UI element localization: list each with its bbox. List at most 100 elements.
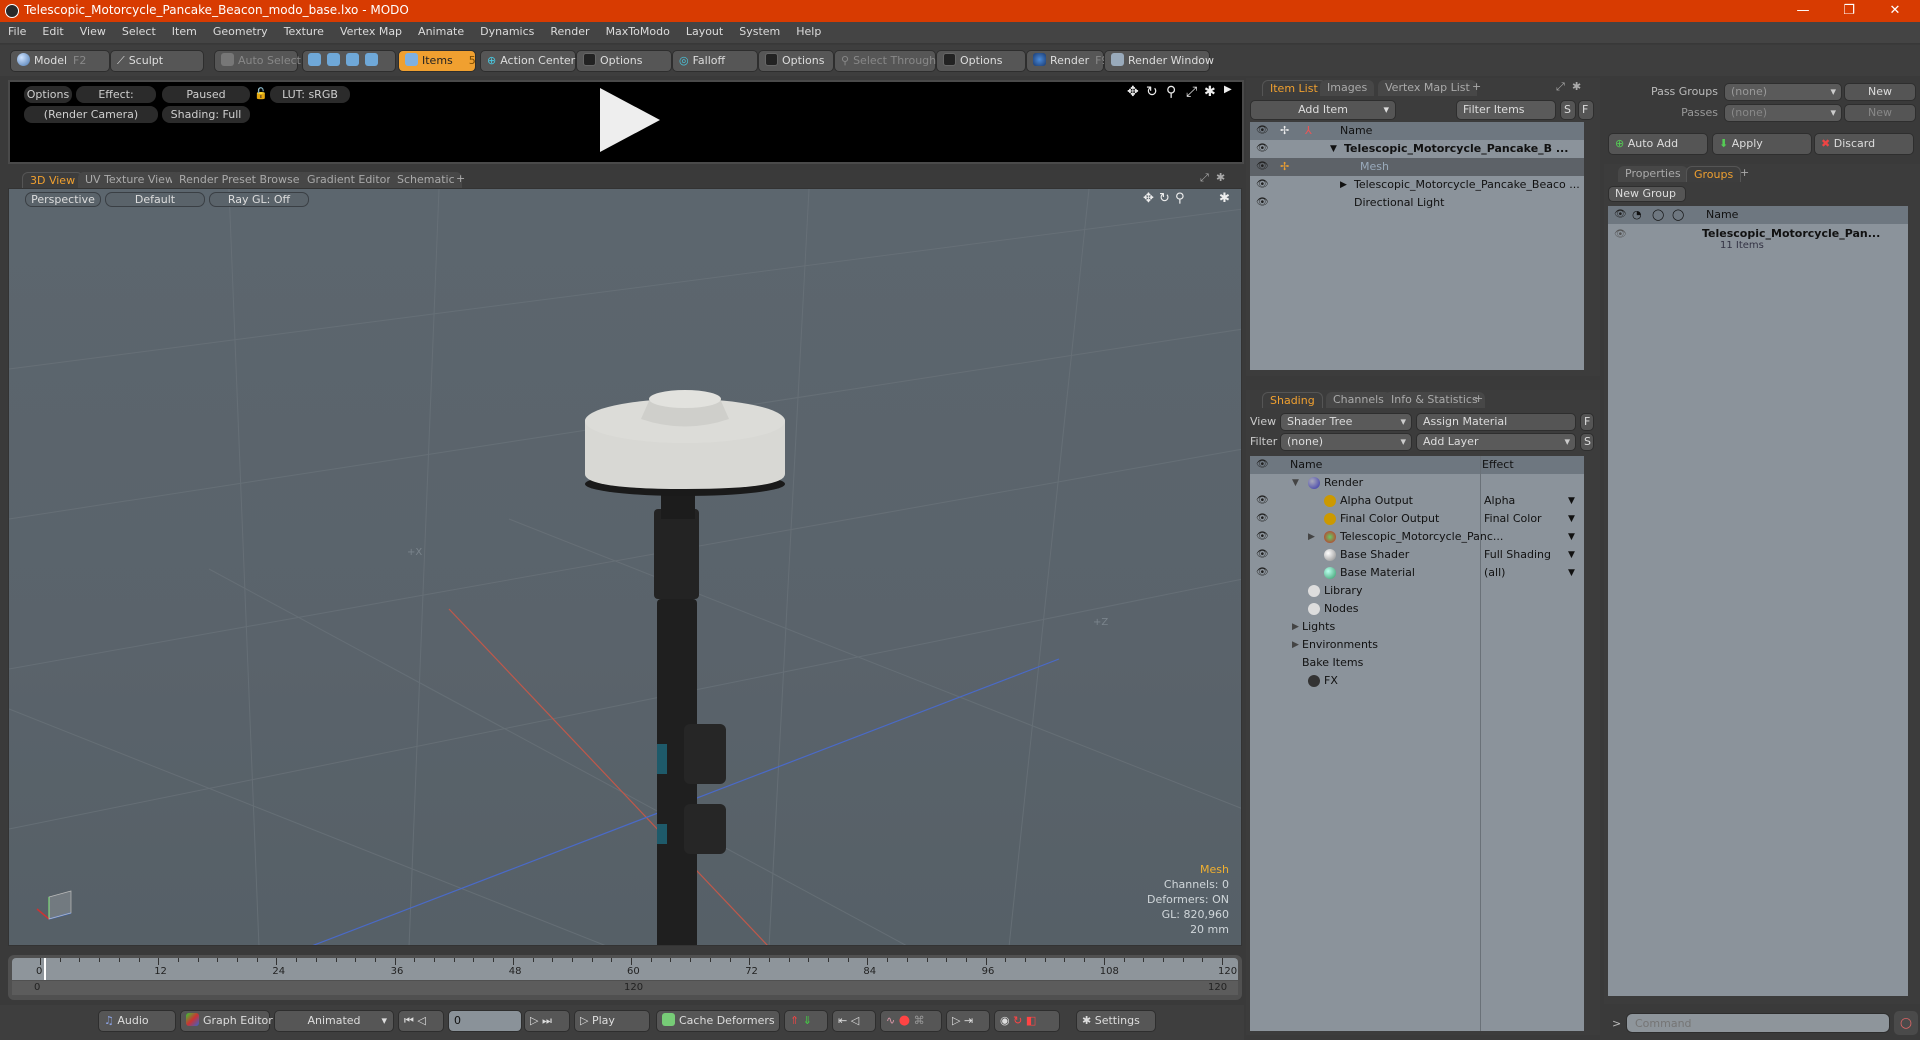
new-pass-button[interactable]: New	[1844, 104, 1916, 122]
add-tab-button[interactable]: +	[1740, 166, 1749, 179]
shader-tree-row[interactable]: 👁 Alpha Output Alpha ▼	[1250, 492, 1584, 510]
close-button[interactable]: ✕	[1872, 0, 1918, 22]
cache-deformers-button[interactable]: Cache Deformers	[656, 1010, 780, 1032]
vertices-mode-icon[interactable]	[308, 53, 321, 66]
menu-vertex-map[interactable]: Vertex Map	[332, 22, 410, 41]
menu-system[interactable]: System	[731, 22, 788, 41]
action-center-options-button[interactable]: Options	[576, 50, 672, 72]
tab-shading[interactable]: Shading	[1262, 392, 1323, 408]
effect-value[interactable]: Final Color	[1484, 510, 1542, 528]
lut-dropdown[interactable]: LUT: sRGB	[270, 86, 350, 103]
expand-icon[interactable]: ▶	[1308, 528, 1315, 546]
eye-icon[interactable]: 👁	[1256, 194, 1269, 212]
prev-key-button[interactable]: ⇤ ◁	[832, 1010, 876, 1032]
default-dropdown[interactable]: Default	[105, 192, 205, 207]
next-key-button[interactable]: ▷ ⇥	[946, 1010, 990, 1032]
tab-info-statistics[interactable]: Info & Statistics	[1384, 392, 1485, 408]
record-macro-button[interactable]: ○	[1894, 1011, 1918, 1035]
menu-select[interactable]: Select	[114, 22, 164, 41]
discard-button[interactable]: ✖ Discard	[1814, 133, 1914, 155]
shader-tree-row[interactable]: Nodes	[1250, 600, 1584, 618]
add-tab-button[interactable]: +	[456, 172, 465, 185]
assign-material-button[interactable]: Assign Material	[1416, 413, 1576, 431]
s-button[interactable]: S	[1560, 100, 1576, 120]
list-item[interactable]: 👁 ▼ Telescopic_Motorcycle_Pancake_B ...	[1250, 140, 1584, 158]
list-item[interactable]: 👁 ▶ Telescopic_Motorcycle_Pancake_Beaco ..…	[1250, 176, 1584, 194]
new-pass-group-button[interactable]: New	[1844, 83, 1916, 101]
render-preview[interactable]: Options Effect: (Shadi... Paused 🔓 LUT: …	[8, 80, 1244, 164]
shader-tree-row[interactable]: Library	[1250, 582, 1584, 600]
eye-icon[interactable]: 👁	[1256, 528, 1269, 546]
materials-mode-icon[interactable]	[365, 53, 378, 66]
key-buttons[interactable]: ⇑ ⇓	[784, 1010, 828, 1032]
item-list-tree[interactable]: 👁 ✢ ⅄ Name 👁 ▼ Telescopic_Motorcycle_Panca…	[1250, 122, 1584, 370]
pass-groups-dropdown[interactable]: (none)	[1724, 83, 1842, 101]
shader-tree-row[interactable]: 👁 Final Color Output Final Color ▼	[1250, 510, 1584, 528]
falloff-button[interactable]: ◎ Falloff	[672, 50, 758, 72]
skip-start-button[interactable]: ⏮ ◁	[398, 1010, 444, 1032]
select-through-button[interactable]: ⚲ Select Through	[834, 50, 936, 72]
expand-icon[interactable]: ▶	[1340, 176, 1347, 194]
menu-file[interactable]: File	[0, 22, 34, 41]
auto-add-button[interactable]: ⊕ Auto Add	[1608, 133, 1708, 155]
tab-vertex-map-list[interactable]: Vertex Map List	[1378, 80, 1477, 96]
chevron-down-icon[interactable]: ▼	[1568, 546, 1575, 564]
sculpt-button[interactable]: ⟋ Sculpt	[110, 50, 204, 72]
tab-channels[interactable]: Channels	[1326, 392, 1391, 408]
gear-icon[interactable]: ✱	[1572, 80, 1581, 93]
list-item[interactable]: 👁 Directional Light	[1250, 194, 1584, 212]
camera-dropdown[interactable]: (Render Camera)	[24, 106, 158, 123]
zoom-icon[interactable]: ⚲	[1175, 191, 1185, 206]
effect-value[interactable]: Alpha	[1484, 492, 1515, 510]
rotate-icon[interactable]: ↻	[1159, 191, 1170, 206]
view-dropdown[interactable]: Shader Tree	[1280, 413, 1412, 431]
expand-icon[interactable]: ▼	[1292, 474, 1299, 492]
effect-value[interactable]: Full Shading	[1484, 546, 1551, 564]
tab-item-list[interactable]: Item List	[1262, 80, 1326, 96]
zoom-icon[interactable]: ⚲	[1166, 84, 1176, 100]
play-button[interactable]: ▷ Play	[574, 1010, 650, 1032]
audio-button[interactable]: ♫ Audio	[98, 1010, 176, 1032]
timeline[interactable]: 0 12 24 36 48 60 72 84 96 108 120 0 120 120	[8, 955, 1242, 1000]
tab-render-preset-browser[interactable]: Render Preset Browser	[172, 172, 312, 188]
action-center-button[interactable]: ⊕ Action Center	[480, 50, 576, 72]
frame-input[interactable]: 0	[448, 1010, 522, 1032]
f-button[interactable]: F	[1580, 413, 1594, 431]
effect-value[interactable]: (all)	[1484, 564, 1505, 582]
menu-layout[interactable]: Layout	[678, 22, 731, 41]
3d-viewport[interactable]: +X +Z Perspective Default Ray GL: Off ✥ …	[8, 188, 1242, 946]
menu-maxtomodo[interactable]: MaxToModo	[598, 22, 678, 41]
name-column-header[interactable]: Name	[1340, 122, 1372, 140]
shader-tree-row[interactable]: 👁 ▶ Telescopic_Motorcycle_Panc... ▼	[1250, 528, 1584, 546]
shader-tree-row[interactable]: 👁 Base Shader Full Shading ▼	[1250, 546, 1584, 564]
eye-icon[interactable]: 👁	[1256, 546, 1269, 564]
expand-icon[interactable]: ▶	[1292, 636, 1299, 654]
key-options-buttons[interactable]: ◉ ↻ ◧	[994, 1010, 1060, 1032]
tab-3d-view[interactable]: 3D View	[22, 172, 84, 188]
auto-select-button[interactable]: Auto Select	[214, 50, 301, 72]
preview-options-button[interactable]: Options	[24, 86, 72, 103]
graph-editor-button[interactable]: Graph Editor	[180, 1010, 273, 1032]
perspective-dropdown[interactable]: Perspective	[25, 192, 101, 207]
eye-icon[interactable]: 👁	[1256, 176, 1269, 194]
shader-tree-row[interactable]: ▶ Environments	[1250, 636, 1584, 654]
timeline-range[interactable]: 0 120 120	[12, 981, 1238, 995]
chevron-down-icon[interactable]: ▼	[1568, 528, 1575, 546]
add-tab-button[interactable]: +	[1472, 80, 1481, 93]
gear-icon[interactable]: ✱	[1204, 84, 1216, 100]
raygl-dropdown[interactable]: Ray GL: Off	[209, 192, 309, 207]
menu-render[interactable]: Render	[542, 22, 597, 41]
settings-button[interactable]: ✱ Settings	[1076, 1010, 1156, 1032]
maximize-icon[interactable]: ⤢	[1200, 171, 1209, 185]
record-buttons[interactable]: ∿ ● ⌘	[880, 1010, 942, 1032]
menu-animate[interactable]: Animate	[410, 22, 472, 41]
eye-icon[interactable]: 👁	[1256, 158, 1269, 176]
tab-properties[interactable]: Properties	[1618, 166, 1688, 182]
maximize-icon[interactable]: ⤢	[1556, 80, 1565, 94]
tab-schematic[interactable]: Schematic	[390, 172, 462, 188]
restore-button[interactable]: ❐	[1826, 0, 1872, 22]
command-input[interactable]	[1626, 1013, 1890, 1033]
shading-dropdown[interactable]: Shading: Full	[162, 106, 250, 123]
group-item[interactable]: 👁 Telescopic_Motorcycle_Pan... 11 Items	[1608, 226, 1908, 256]
name-column-header[interactable]: Name	[1290, 456, 1322, 474]
